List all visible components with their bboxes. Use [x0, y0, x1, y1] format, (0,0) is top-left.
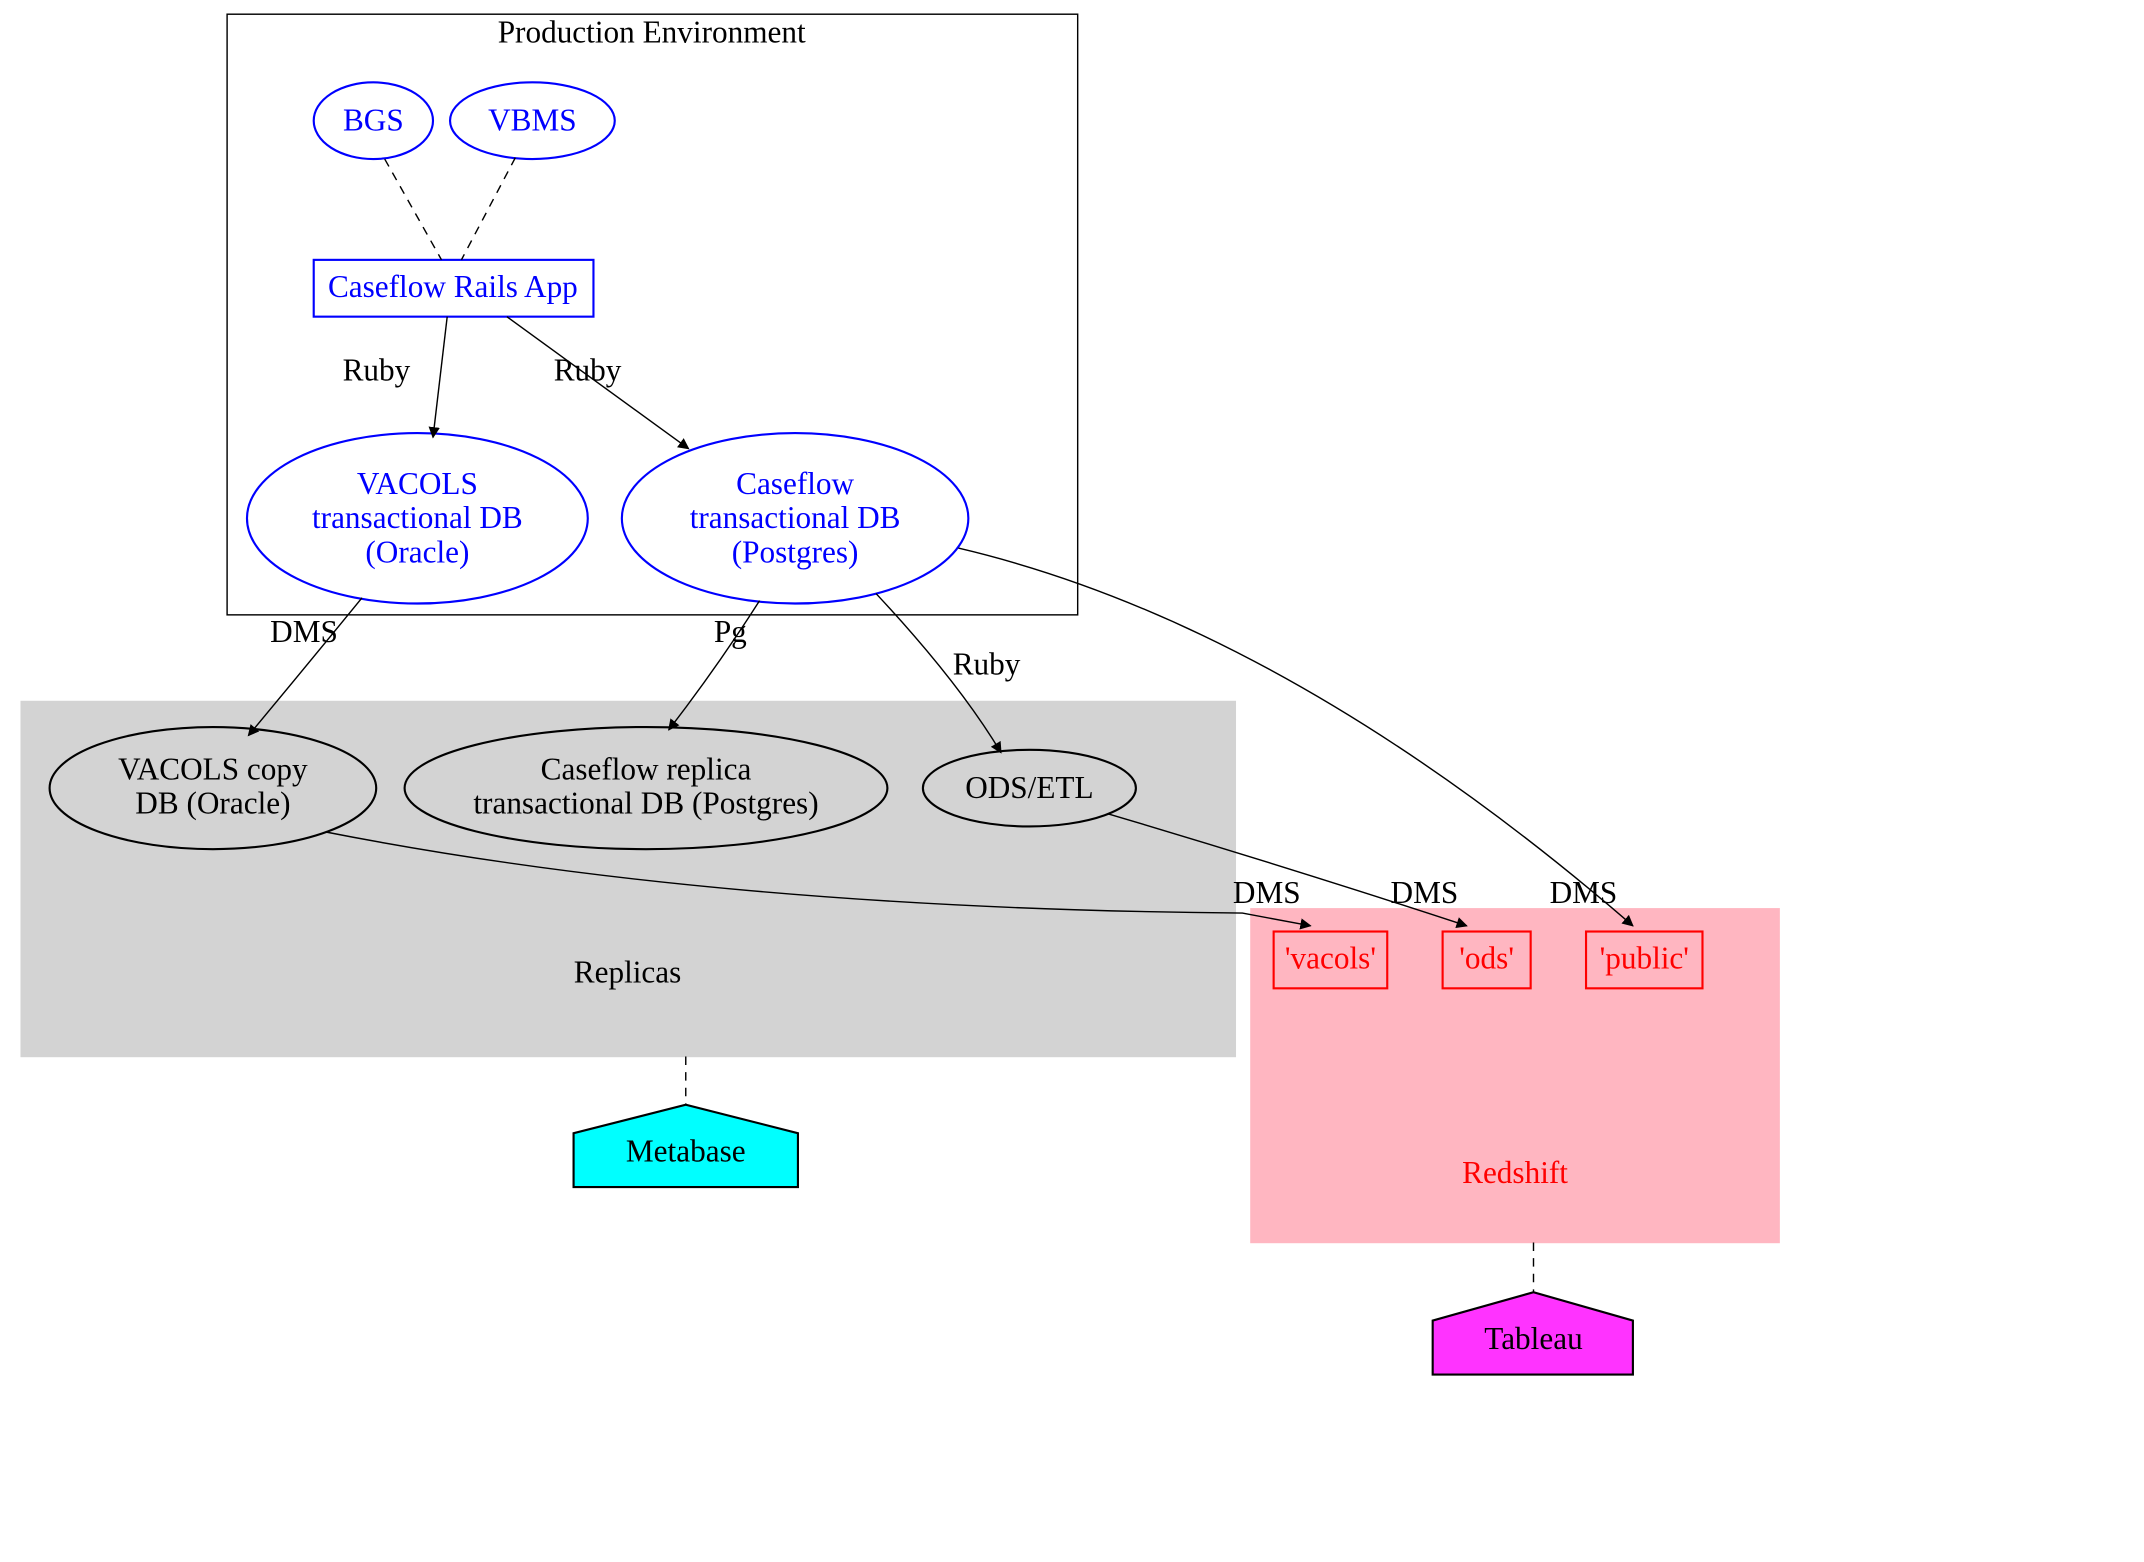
edge-ods-rs-label: DMS: [1391, 875, 1459, 910]
node-caseflow-db-l2: transactional DB: [690, 500, 901, 535]
node-rs-public-label: 'public': [1600, 940, 1689, 975]
node-tableau-label: Tableau: [1484, 1321, 1583, 1356]
node-vacols-db-l3: (Oracle): [365, 534, 469, 569]
node-vacols-copy-l1: VACOLS copy: [118, 752, 308, 787]
node-rs-ods-label: 'ods': [1459, 940, 1514, 975]
edge-vacols-rs-label: DMS: [1233, 875, 1301, 910]
node-caseflow-db-l3: (Postgres): [732, 534, 859, 569]
node-vacols-db-l2: transactional DB: [312, 500, 523, 535]
node-rs-vacols-label: 'vacols': [1285, 940, 1376, 975]
cluster-prod-title: Production Environment: [498, 15, 806, 50]
edge-vacols-copy-label: DMS: [270, 614, 338, 649]
node-caseflow-db-l1: Caseflow: [736, 466, 854, 501]
node-bgs-label: BGS: [343, 103, 404, 138]
node-metabase-label: Metabase: [626, 1134, 746, 1169]
edge-public-rs-label: DMS: [1550, 875, 1618, 910]
node-ods-label: ODS/ETL: [965, 770, 1093, 805]
node-vacols-copy-l2: DB (Oracle): [135, 786, 290, 821]
edge-vbms-app: [461, 158, 515, 260]
node-caseflow-replica-l2: transactional DB (Postgres): [473, 786, 818, 821]
node-caseflow-app-label: Caseflow Rails App: [328, 269, 578, 304]
node-vacols-db-l1: VACOLS: [357, 466, 478, 501]
cluster-redshift-title: Redshift: [1462, 1155, 1568, 1190]
edge-app-caseflow-label: Ruby: [554, 353, 622, 388]
edge-app-vacols: [433, 317, 447, 438]
cluster-replicas-title: Replicas: [574, 955, 682, 990]
node-vbms-label: VBMS: [488, 103, 577, 138]
node-caseflow-replica-l1: Caseflow replica: [541, 752, 752, 787]
edge-caseflow-ods-label: Ruby: [953, 647, 1021, 682]
edge-bgs-app: [385, 159, 442, 260]
edge-caseflow-replica-label: Pg: [714, 614, 747, 649]
edge-app-vacols-label: Ruby: [343, 353, 411, 388]
